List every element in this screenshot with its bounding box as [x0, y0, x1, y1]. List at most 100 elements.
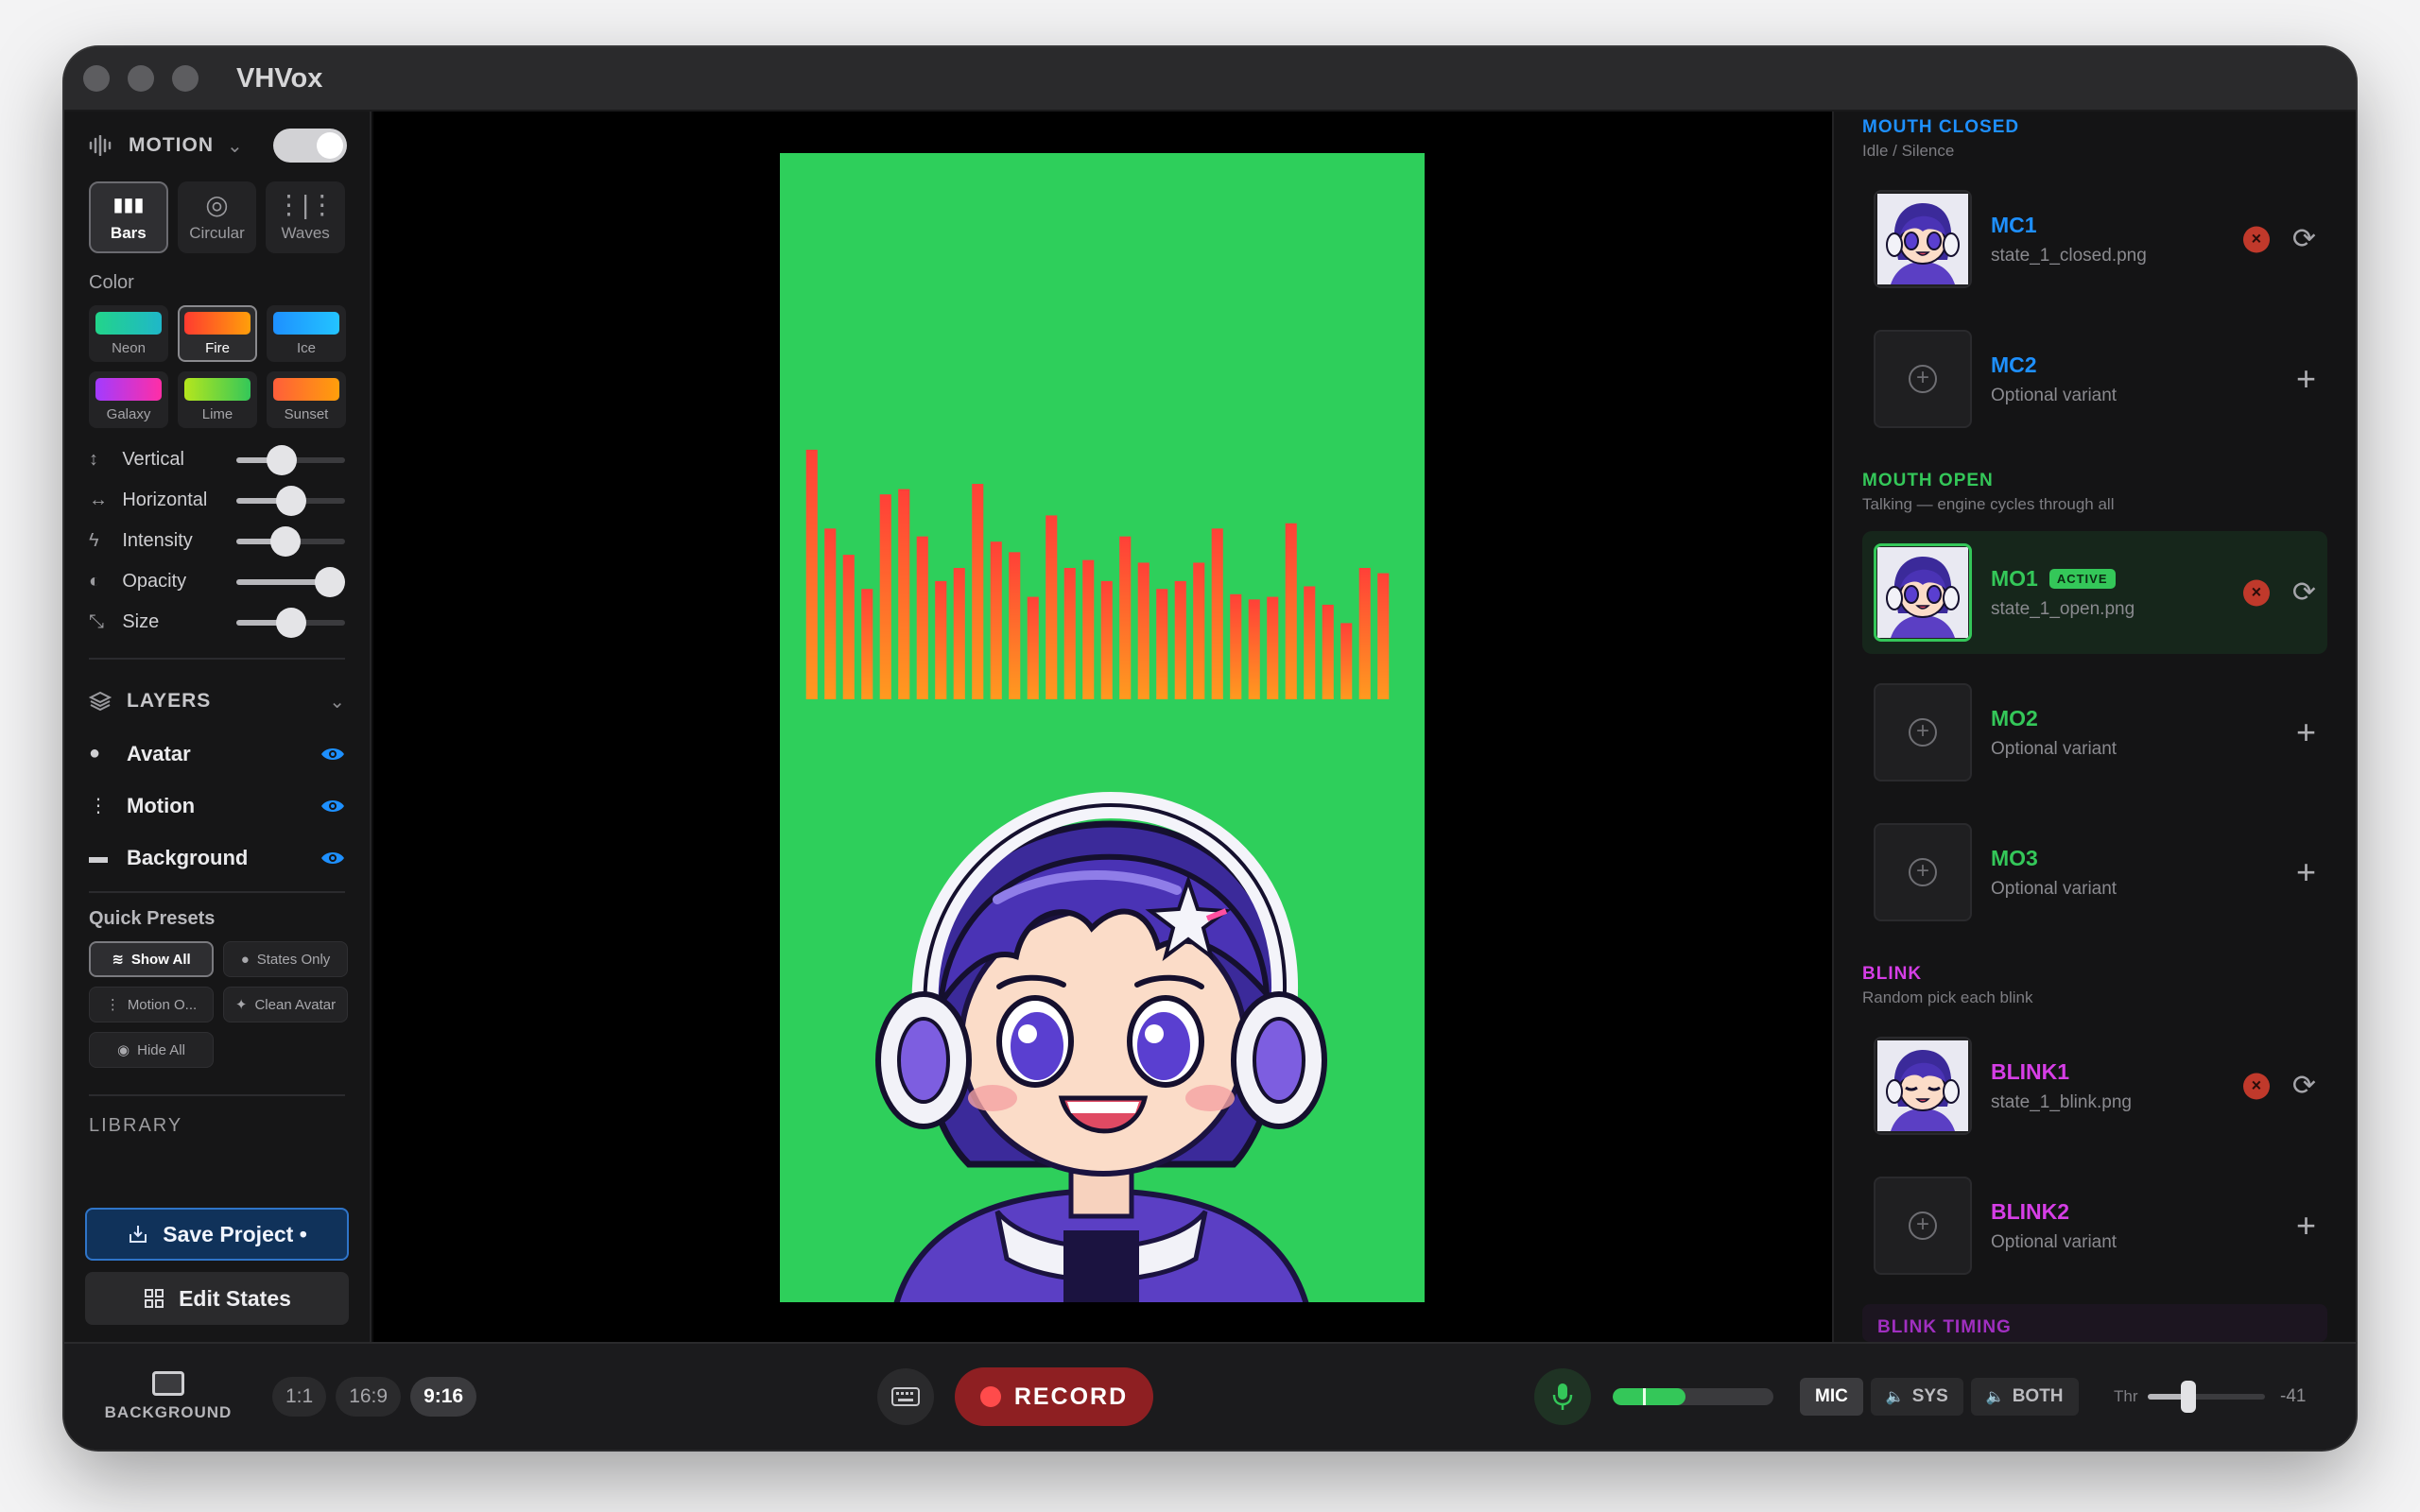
add-icon[interactable]: + [2296, 713, 2316, 752]
threshold-slider[interactable] [2148, 1381, 2265, 1413]
preset-clean-avatar[interactable]: ✦ Clean Avatar [223, 987, 348, 1022]
edit-states-button[interactable]: Edit States [85, 1272, 349, 1325]
color-swatch-galaxy[interactable]: Galaxy [89, 371, 168, 428]
state-card-mo3[interactable]: + MO3 Optional variant + [1862, 811, 2327, 934]
remove-icon[interactable]: × [2242, 226, 2270, 252]
preset-motion-o[interactable]: ⋮ Motion O... [89, 987, 214, 1022]
avatar-thumbnail [1877, 1040, 1968, 1131]
state-thumbnail[interactable] [1874, 190, 1972, 288]
replace-icon[interactable]: ⟳ [2292, 1070, 2316, 1103]
layer-item-background[interactable]: ▬ Background [64, 832, 370, 884]
slider-handle[interactable] [275, 607, 306, 638]
add-state-slot[interactable]: + [1874, 683, 1972, 782]
preview-stage[interactable] [780, 153, 1425, 1302]
state-file-name: state_1_open.png [1991, 598, 2135, 619]
state-file-name: Optional variant [1991, 878, 2118, 899]
slider-track[interactable] [236, 444, 345, 475]
preset-show-all[interactable]: ≋ Show All [89, 941, 214, 977]
zoom-window-button[interactable] [172, 65, 199, 92]
slider-track[interactable] [236, 525, 345, 557]
record-button[interactable]: RECORD [955, 1367, 1153, 1426]
eye-icon[interactable] [320, 746, 345, 763]
aspect-ratio-16-9[interactable]: 16:9 [336, 1377, 402, 1417]
aspect-ratio-9-16[interactable]: 9:16 [410, 1377, 477, 1417]
keyboard-shortcuts-button[interactable] [877, 1368, 934, 1425]
library-section-header[interactable]: LIBRARY [64, 1115, 370, 1134]
microphone-button[interactable] [1534, 1368, 1591, 1425]
replace-icon[interactable]: ⟳ [2292, 223, 2316, 256]
save-project-button[interactable]: Save Project • [85, 1208, 349, 1261]
motion-mode-bars[interactable]: ▮▮▮ Bars [89, 181, 168, 253]
state-card-mo2[interactable]: + MO2 Optional variant + [1862, 671, 2327, 794]
color-swatch-lime[interactable]: Lime [178, 371, 257, 428]
layer-item-avatar[interactable]: ● Avatar [64, 728, 370, 780]
add-icon[interactable]: + [2296, 359, 2316, 399]
layers-section-label: LAYERS [127, 690, 212, 712]
state-actions: + [2296, 359, 2316, 399]
audio-source-mic[interactable]: MIC [1800, 1378, 1863, 1416]
state-thumbnail[interactable] [1874, 543, 1972, 642]
slider-handle[interactable] [275, 485, 306, 516]
slider-handle[interactable] [267, 444, 298, 475]
audio-source-both[interactable]: 🔈 BOTH [1970, 1378, 2079, 1416]
preset-hide-all[interactable]: ◉ Hide All [89, 1032, 214, 1068]
remove-icon[interactable]: × [2242, 1073, 2270, 1099]
contrast-icon: ◐ [89, 571, 101, 592]
slider-handle[interactable] [314, 566, 345, 597]
plus-circle-icon: + [1909, 365, 1937, 393]
state-card-mc1[interactable]: MC1 state_1_closed.png × ⟳ [1862, 178, 2327, 301]
add-state-slot[interactable]: + [1874, 330, 1972, 428]
visualizer-bar [1304, 586, 1316, 699]
motion-section-header[interactable]: MOTION ⌄ [64, 119, 370, 172]
eye-icon[interactable] [320, 798, 345, 815]
visualizer-bar [824, 528, 837, 699]
visualizer-bar [1156, 589, 1168, 699]
preset-states-only[interactable]: ● States Only [223, 941, 348, 977]
threshold-label: Thr [2114, 1387, 2138, 1405]
eye-icon[interactable] [320, 850, 345, 867]
state-card-mo1[interactable]: MO1 ACTIVE state_1_open.png × ⟳ [1862, 531, 2327, 654]
minimize-window-button[interactable] [128, 65, 154, 92]
state-file-name: Optional variant [1991, 738, 2118, 759]
slider-track[interactable] [236, 607, 345, 638]
eye-off-icon: ◉ [117, 1042, 130, 1058]
blink-timing-header[interactable]: BLINK TIMING [1862, 1304, 2327, 1342]
motion-toggle[interactable] [273, 129, 347, 163]
motion-mode-circular[interactable]: ◎ Circular [177, 181, 257, 253]
layer-item-motion[interactable]: ⋮ Motion [64, 780, 370, 832]
state-card-blink2[interactable]: + BLINK2 Optional variant + [1862, 1164, 2327, 1287]
color-swatch-fire[interactable]: Fire [178, 305, 257, 362]
slider-track[interactable] [236, 566, 345, 597]
color-swatch-sunset[interactable]: Sunset [267, 371, 346, 428]
remove-icon[interactable]: × [2242, 579, 2270, 606]
slider-track[interactable] [236, 485, 345, 516]
audio-source-sys[interactable]: 🔈 SYS [1870, 1378, 1963, 1416]
threshold-handle[interactable] [2181, 1381, 2197, 1413]
visualizer-bar [861, 589, 873, 699]
add-icon[interactable]: + [2296, 1206, 2316, 1246]
color-swatch-ice[interactable]: Ice [267, 305, 346, 362]
state-name-label: MO1 [1991, 565, 2038, 591]
add-state-slot[interactable]: + [1874, 1177, 1972, 1275]
motion-mode-label: Waves [281, 224, 330, 242]
color-swatch-neon[interactable]: Neon [89, 305, 168, 362]
state-thumbnail[interactable] [1874, 1037, 1972, 1135]
add-icon[interactable]: + [2296, 852, 2316, 892]
state-name-label: MO2 [1991, 705, 2038, 730]
chevron-down-icon[interactable]: ⌄ [329, 690, 345, 713]
state-card-blink1[interactable]: BLINK1 state_1_blink.png × ⟳ [1862, 1024, 2327, 1147]
background-button[interactable]: BACKGROUND [102, 1371, 234, 1422]
layers-section-header[interactable]: LAYERS ⌄ [64, 675, 370, 728]
visualizer-bar [1193, 562, 1205, 699]
slider-handle[interactable] [269, 525, 301, 557]
state-card-mc2[interactable]: + MC2 Optional variant + [1862, 318, 2327, 440]
motion-mode-waves[interactable]: ⋮|⋮ Waves [266, 181, 345, 253]
motion-section-label: MOTION [129, 134, 214, 156]
aspect-ratio-1-1[interactable]: 1:1 [272, 1377, 327, 1417]
add-state-slot[interactable]: + [1874, 823, 1972, 921]
state-name-label: MC1 [1991, 212, 2037, 237]
chevron-down-icon[interactable]: ⌄ [227, 134, 243, 158]
layer-label: Background [127, 845, 249, 869]
close-window-button[interactable] [83, 65, 110, 92]
replace-icon[interactable]: ⟳ [2292, 576, 2316, 610]
